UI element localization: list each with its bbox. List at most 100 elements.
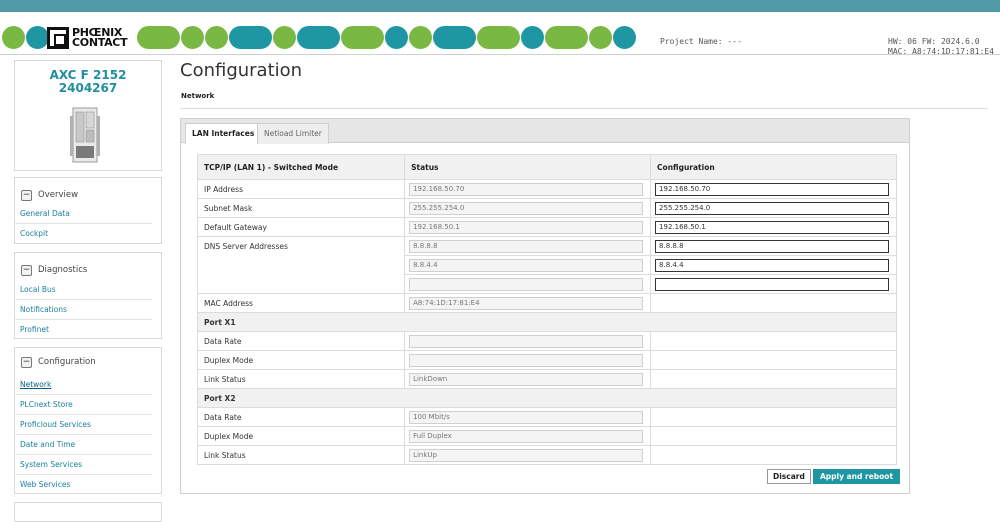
discard-button[interactable]: Discard xyxy=(767,469,811,484)
network-panel: LAN Interfaces Netload Limiter TCP/IP (L… xyxy=(180,118,910,494)
page-subtitle: Network xyxy=(181,92,215,100)
row-label: Default Gateway xyxy=(196,217,406,237)
sidebar-item-notifications[interactable]: Notifications xyxy=(14,300,152,320)
phoenix-contact-logo: PHŒNIX CONTACT xyxy=(47,25,133,50)
port2-data-rate: 100 Mbit/s xyxy=(409,410,644,424)
logo-icon xyxy=(47,26,69,49)
logo-line2: CONTACT xyxy=(72,35,128,49)
ip-address-status: 192.168.50.70 xyxy=(409,182,644,196)
table-header-row: TCP/IP (LAN 1) - Switched Mode Status Co… xyxy=(196,154,897,180)
row-label: IP Address xyxy=(196,179,406,199)
brand-decoration xyxy=(205,26,228,49)
collapse-icon[interactable]: − xyxy=(21,189,32,201)
table-row: DNS Server Addresses 8.8.8.8 8.8.8.8 xyxy=(196,236,897,256)
dns1-status: 8.8.8.8 xyxy=(409,239,644,253)
table-row: MAC Address A8:74:1D:17:81:E4 xyxy=(196,293,897,313)
brand-decoration xyxy=(521,26,544,49)
sidebar-item-plcnext-store[interactable]: PLCnext Store xyxy=(14,395,152,415)
port2-duplex-mode: Full Duplex xyxy=(409,429,644,443)
dns3-status xyxy=(409,277,644,291)
hw-fw-version: HW: 06 FW: 2024.6.0 xyxy=(888,37,980,46)
brand-decoration xyxy=(613,26,636,49)
brand-decoration xyxy=(545,26,588,49)
page-title: Configuration xyxy=(180,60,303,81)
sidebar-item-network[interactable]: Network xyxy=(14,375,152,395)
divider xyxy=(180,108,988,109)
mac-address-info: MAC: A8:74:1D:17:81:E4 xyxy=(888,47,994,56)
brand-decoration xyxy=(433,26,476,49)
gateway-status: 192.168.50.1 xyxy=(409,220,644,234)
apply-and-reboot-button[interactable]: Apply and reboot xyxy=(813,469,901,484)
ip-address-input[interactable]: 192.168.50.70 xyxy=(655,182,890,196)
table-row: 8.8.4.4 8.8.4.4 xyxy=(196,255,897,275)
top-accent-strip xyxy=(0,0,1000,12)
sidebar-item-proficloud-services[interactable]: Proficloud Services xyxy=(14,415,152,435)
column-header: TCP/IP (LAN 1) - Switched Mode xyxy=(196,154,406,180)
table-row: Duplex Mode xyxy=(196,350,897,370)
project-name: Project Name: --- xyxy=(660,37,742,46)
sidebar-item-profinet[interactable]: Profinet xyxy=(14,320,152,340)
row-label: Data Rate xyxy=(196,407,406,427)
hardware-info: HW: 06 FW: 2024.6.0 MAC: A8:74:1D:17:81:… xyxy=(888,37,994,57)
brand-decoration xyxy=(477,26,520,49)
gateway-input[interactable]: 192.168.50.1 xyxy=(655,220,890,234)
dns2-input[interactable]: 8.8.4.4 xyxy=(655,258,890,272)
sidebar-item-web-services[interactable]: Web Services xyxy=(14,475,152,495)
tab-netload-limiter[interactable]: Netload Limiter xyxy=(257,123,329,144)
brand-decoration xyxy=(385,26,408,49)
header-bar: PHŒNIX CONTACT Project Name: --- HW: 06 … xyxy=(0,12,1000,57)
row-label: MAC Address xyxy=(196,293,406,313)
tab-lan-interfaces[interactable]: LAN Interfaces xyxy=(185,123,262,144)
port1-link-status: LinkDown xyxy=(409,372,644,386)
network-table: TCP/IP (LAN 1) - Switched Mode Status Co… xyxy=(196,154,897,465)
row-label: Subnet Mask xyxy=(196,198,406,218)
row-label: DNS Server Addresses xyxy=(196,236,406,256)
sidebar-item-date-and-time[interactable]: Date and Time xyxy=(14,435,152,455)
section-title: Overview xyxy=(38,190,79,200)
collapse-icon[interactable]: − xyxy=(21,356,32,368)
table-row: Duplex Mode Full Duplex xyxy=(196,426,897,446)
sidebar-section-next xyxy=(14,502,162,522)
device-card: AXC F 2152 2404267 xyxy=(14,60,162,171)
device-image xyxy=(70,107,100,163)
brand-decoration xyxy=(341,26,384,49)
brand-decoration xyxy=(297,26,340,49)
device-article-number: 2404267 xyxy=(58,81,118,95)
table-row: Data Rate 100 Mbit/s xyxy=(196,407,897,427)
device-name: AXC F 2152 2404267 xyxy=(15,69,161,95)
table-row: Subnet Mask 255.255.254.0 255.255.254.0 xyxy=(196,198,897,218)
row-label: Link Status xyxy=(196,369,406,389)
dns3-input[interactable] xyxy=(655,277,890,291)
tab-bar: LAN Interfaces Netload Limiter xyxy=(181,119,909,144)
brand-decoration xyxy=(181,26,204,49)
table-row: Data Rate xyxy=(196,331,897,351)
port2-link-status: LinkUp xyxy=(409,448,644,462)
row-label: Duplex Mode xyxy=(196,426,406,446)
subnet-mask-status: 255.255.254.0 xyxy=(409,201,644,215)
sidebar-item-general-data[interactable]: General Data xyxy=(14,204,152,224)
table-row xyxy=(196,274,897,294)
port1-data-rate xyxy=(409,334,644,348)
section-row-port-x2: Port X2 xyxy=(197,388,897,408)
sidebar-item-cockpit[interactable]: Cockpit xyxy=(14,224,152,244)
brand-decoration xyxy=(2,26,25,49)
table-row: Default Gateway 192.168.50.1 192.168.50.… xyxy=(196,217,897,237)
dns2-status: 8.8.4.4 xyxy=(409,258,644,272)
section-title: Port X1 xyxy=(197,312,897,332)
diagnostics-nav: Local Bus Notifications Profinet xyxy=(14,280,162,340)
mac-address-status: A8:74:1D:17:81:E4 xyxy=(409,296,644,310)
sidebar-item-system-services[interactable]: System Services xyxy=(14,455,152,475)
row-label: Link Status xyxy=(196,445,406,465)
table-row: IP Address 192.168.50.70 192.168.50.70 xyxy=(196,179,897,199)
section-row-port-x1: Port X1 xyxy=(197,312,897,332)
row-label: Data Rate xyxy=(196,331,406,351)
column-header: Status xyxy=(404,154,652,180)
sidebar-item-local-bus[interactable]: Local Bus xyxy=(14,280,152,300)
brand-decoration xyxy=(273,26,296,49)
brand-decoration xyxy=(229,26,272,49)
collapse-icon[interactable]: − xyxy=(21,264,32,276)
subnet-mask-input[interactable]: 255.255.254.0 xyxy=(655,201,890,215)
row-label: Duplex Mode xyxy=(196,350,406,370)
dns1-input[interactable]: 8.8.8.8 xyxy=(655,239,890,253)
section-title: Configuration xyxy=(38,357,96,367)
